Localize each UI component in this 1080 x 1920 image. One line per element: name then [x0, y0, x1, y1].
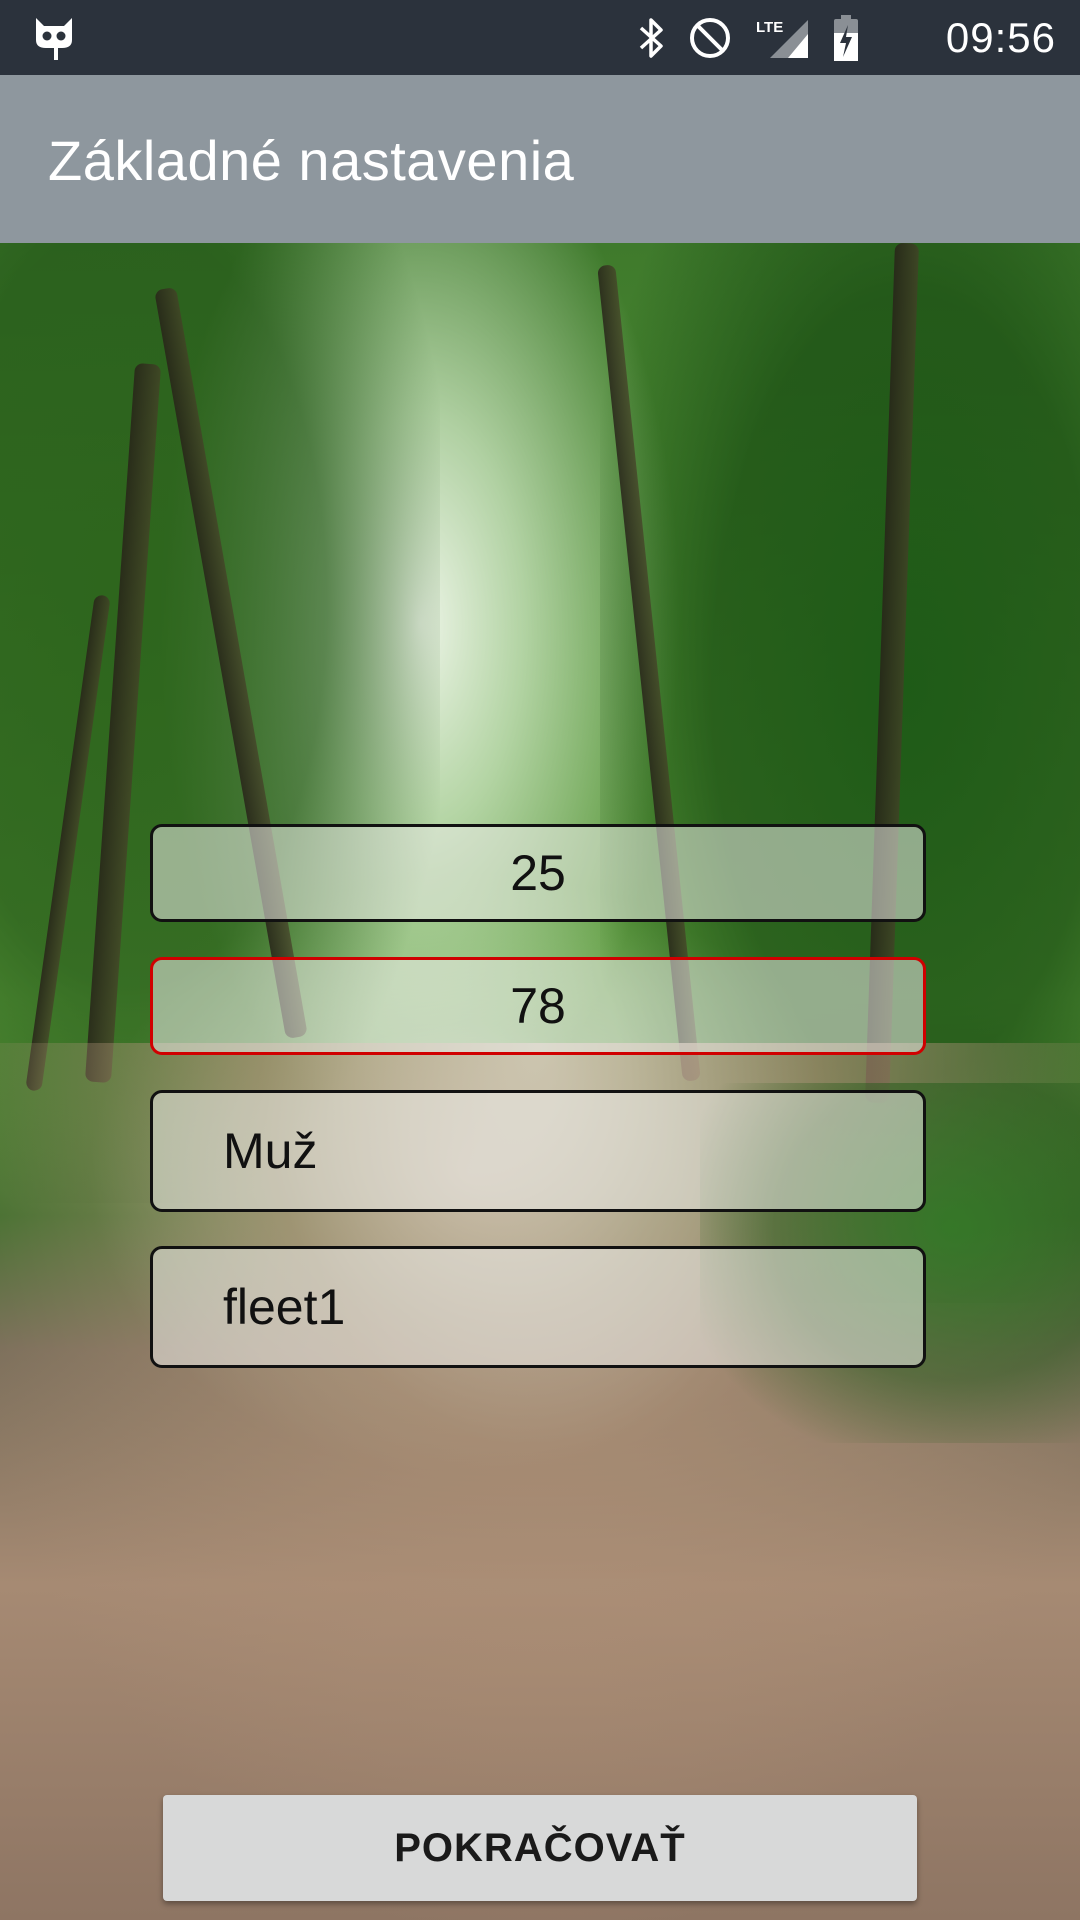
age-value: 25 — [510, 845, 566, 901]
fleet-value: fleet1 — [223, 1279, 346, 1335]
fleet-select[interactable]: fleet1 — [150, 1246, 926, 1368]
clock: 09:56 — [945, 14, 1056, 61]
page-title: Základné nastavenia — [48, 129, 575, 192]
weight-input[interactable]: 78 — [150, 957, 926, 1055]
lte-signal-icon: LTE — [756, 19, 808, 58]
status-icons: LTE — [636, 14, 860, 62]
battery-charging-icon — [834, 15, 858, 61]
status-bar: LTE 09:56 — [0, 0, 1080, 75]
app-screen: LTE 09:56 Základné nastavenia 25 78 Muž … — [0, 0, 1080, 1920]
bluetooth-icon — [639, 18, 663, 58]
forest-background-image — [0, 243, 1080, 1920]
gender-value: Muž — [223, 1123, 318, 1179]
app-toolbar: Základné nastavenia — [0, 75, 1080, 243]
age-input[interactable]: 25 — [150, 824, 926, 922]
gender-select[interactable]: Muž — [150, 1090, 926, 1212]
do-not-disturb-icon — [690, 18, 730, 58]
svg-text:LTE: LTE — [756, 19, 783, 36]
cyanogen-cat-icon — [36, 18, 72, 60]
continue-button[interactable]: POKRAČOVAŤ — [163, 1795, 917, 1901]
weight-value: 78 — [510, 978, 566, 1034]
